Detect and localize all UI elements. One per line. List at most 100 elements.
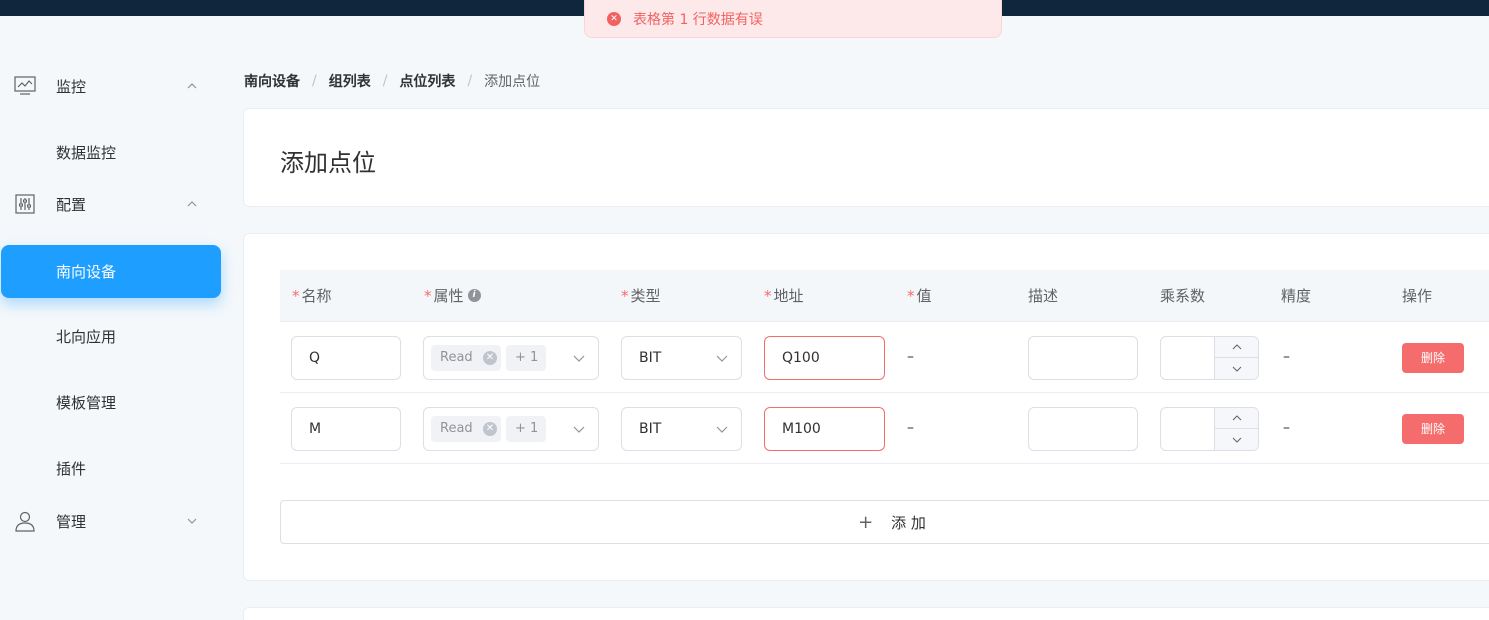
delete-button[interactable]: 删除 [1402,414,1464,444]
page-title: 添加点位 [280,149,376,177]
menu-admin[interactable]: 管理 [0,501,230,541]
stepper-down-icon[interactable] [1215,358,1259,379]
plus-icon: + [858,511,874,533]
sidebar-item-data-monitor[interactable]: 数据监控 [0,132,230,172]
points-form-card: * 名称 * 属性 i * 类型 * 地址 * 值 描述 乘系数 精度 操作 Q Read ✕… [243,233,1489,581]
user-icon [14,510,36,532]
header-actions: 操作 [1402,287,1433,305]
tag-label: Read [440,350,473,365]
bottom-card [243,607,1489,620]
add-row-label: 添 加 [891,513,926,532]
type-select[interactable]: BIT [621,407,742,451]
info-icon[interactable]: i [467,289,481,302]
stepper-down-icon[interactable] [1215,429,1259,450]
menu-config-label: 配置 [56,195,87,214]
attribute-tag-read: Read ✕ [431,416,501,442]
sidebar-item-label: 数据监控 [56,143,117,162]
breadcrumb-group-list[interactable]: 组列表 [329,71,371,91]
chevron-down-icon [715,422,729,436]
menu-admin-label: 管理 [56,512,87,531]
menu-monitor-label: 监控 [56,77,87,96]
title-card: 添加点位 [243,108,1489,207]
tag-label: Read [440,421,473,436]
required-mark: * [424,287,432,305]
header-value: * 值 [907,270,932,322]
sidebar-item-label: 插件 [56,459,87,478]
sliders-icon [14,193,36,215]
toast-message: 表格第 1 行数据有误 [633,11,763,28]
error-icon: ✕ [607,11,621,26]
table-row: Q Read ✕ + 1 BIT Q100 – – 删除 [280,322,1489,393]
table-header: * 名称 * 属性 i * 类型 * 地址 * 值 描述 乘系数 精度 操作 [280,270,1489,322]
attribute-tag-more: + 1 [506,345,546,371]
sidebar-item-label: 模板管理 [56,393,117,412]
header-multiplier: 乘系数 [1160,287,1206,305]
description-input[interactable] [1028,407,1138,451]
delete-button[interactable]: 删除 [1402,343,1464,373]
attribute-select[interactable]: Read ✕ + 1 [423,336,599,380]
required-mark: * [621,287,629,305]
stepper-up-icon[interactable] [1215,337,1259,358]
menu-monitor[interactable]: 监控 [0,66,230,106]
tag-close-icon[interactable]: ✕ [483,351,497,365]
name-input[interactable]: M [291,407,401,451]
sidebar-item-templates[interactable]: 模板管理 [0,382,230,422]
chevron-up-icon [184,78,200,94]
name-input[interactable]: Q [291,336,401,380]
stepper-up-icon[interactable] [1215,408,1259,429]
address-input[interactable]: Q100 [764,336,885,380]
attribute-tag-more: + 1 [506,416,546,442]
stepper-controls [1214,337,1259,379]
description-input[interactable] [1028,336,1138,380]
precision-cell: – [1283,420,1290,436]
sidebar-item-label: 南向设备 [56,263,117,281]
precision-cell: – [1283,349,1290,365]
menu-config[interactable]: 配置 [0,184,230,224]
stepper-controls [1214,408,1259,450]
multiplier-stepper[interactable] [1160,407,1259,451]
value-cell: – [907,420,914,436]
type-select[interactable]: BIT [621,336,742,380]
breadcrumb-point-list[interactable]: 点位列表 [399,71,455,91]
chevron-up-icon [184,196,200,212]
sidebar-item-label: 北向应用 [56,327,117,346]
header-label: 值 [916,287,932,305]
type-value: BIT [639,350,662,366]
breadcrumb-separator: / [312,73,317,89]
header-name: * 名称 [292,270,332,322]
sidebar-item-north-apps[interactable]: 北向应用 [0,316,230,356]
header-label: 名称 [301,287,332,305]
breadcrumb: 南向设备 / 组列表 / 点位列表 / 添加点位 [244,70,540,92]
sidebar-item-plugins[interactable]: 插件 [0,448,230,488]
add-row-button[interactable]: + 添 加 [280,500,1489,544]
tag-close-icon[interactable]: ✕ [483,422,497,436]
breadcrumb-separator: / [382,73,388,89]
chevron-down-icon [572,422,586,436]
header-label: 地址 [773,287,804,305]
header-label: 类型 [630,287,661,305]
chevron-down-icon [184,513,200,529]
type-value: BIT [639,421,662,437]
sidebar: 监控 数据监控 配置 南向设备 北向应用 模板管理 插件 管理 [0,16,230,620]
required-mark: * [764,287,772,305]
header-precision: 精度 [1281,287,1312,305]
monitor-chart-icon [14,75,36,97]
multiplier-stepper[interactable] [1160,336,1259,380]
header-label: 属性 [433,287,464,305]
attribute-select[interactable]: Read ✕ + 1 [423,407,599,451]
sidebar-item-south-devices[interactable]: 南向设备 [1,245,221,298]
chevron-down-icon [715,351,729,365]
attribute-tag-read: Read ✕ [431,345,501,371]
error-toast: ✕ 表格第 1 行数据有误 [584,0,1002,38]
header-address: * 地址 [764,270,804,322]
required-mark: * [907,287,915,305]
breadcrumb-south-devices[interactable]: 南向设备 [244,71,300,91]
value-cell: – [907,349,914,365]
breadcrumb-current: 添加点位 [484,74,541,90]
header-type: * 类型 [621,270,661,322]
table-row: M Read ✕ + 1 BIT M100 – – 删除 [280,393,1489,464]
header-description: 描述 [1028,287,1059,305]
required-mark: * [292,287,300,305]
address-input[interactable]: M100 [764,407,885,451]
breadcrumb-separator: / [467,73,473,89]
